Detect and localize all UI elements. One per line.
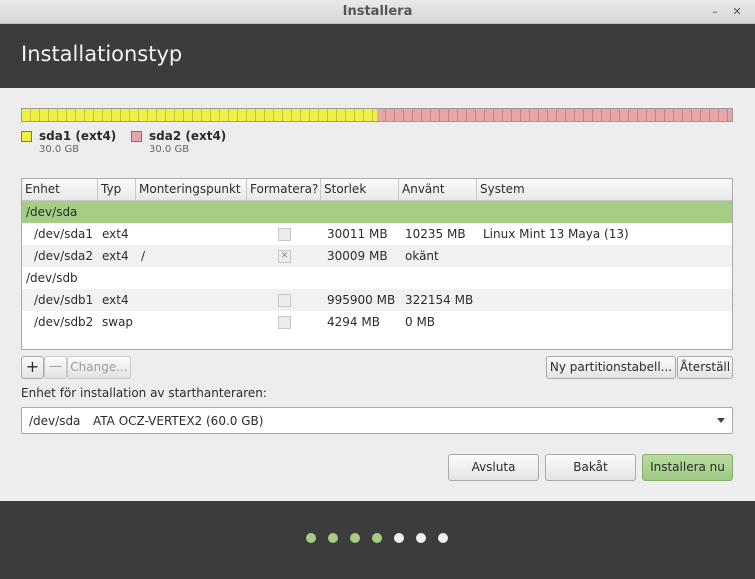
cell-type: ext4 [102, 227, 129, 241]
legend-label: sda2 (ext4) [149, 129, 227, 143]
legend-label: sda1 (ext4) [39, 129, 117, 143]
cell-used: okänt [405, 249, 439, 263]
progress-footer [0, 501, 755, 579]
step-dot-completed [328, 533, 338, 543]
new-partition-table-button[interactable]: Ny partitionstabell... [546, 356, 676, 379]
step-dot-completed [372, 533, 382, 543]
table-row[interactable]: /dev/sdb2 swap 4294 MB 0 MB [22, 311, 732, 333]
cell-device: /dev/sdb2 [34, 315, 94, 329]
table-row[interactable]: /dev/sdb [22, 267, 732, 289]
table-row[interactable]: /dev/sdb1 ext4 995900 MB 322154 MB [22, 289, 732, 311]
table-row[interactable]: /dev/sda1 ext4 30011 MB 10235 MB Linux M… [22, 223, 732, 245]
install-now-button[interactable]: Installera nu [642, 454, 733, 481]
page-header: Installationstyp [0, 24, 755, 88]
add-partition-button[interactable]: + [21, 356, 44, 379]
change-partition-button[interactable]: Change... [67, 356, 131, 379]
table-row[interactable]: /dev/sda2 ext4 / ✕ 30009 MB okänt [22, 245, 732, 267]
cell-used: 322154 MB [405, 293, 474, 307]
cell-size: 30009 MB [327, 249, 388, 263]
bootloader-device-select[interactable]: /dev/sda ATA OCZ-VERTEX2 (60.0 GB) [21, 407, 733, 434]
chevron-down-icon [717, 418, 725, 423]
close-icon[interactable]: ✕ [728, 3, 746, 21]
quit-button[interactable]: Avsluta [448, 454, 539, 481]
column-header-mount[interactable]: Monteringspunkt [136, 179, 247, 201]
cell-size: 995900 MB [327, 293, 396, 307]
back-button[interactable]: Bakåt [545, 454, 636, 481]
format-checkbox[interactable] [278, 228, 291, 241]
cell-device: /dev/sda2 [34, 249, 94, 263]
cell-device: /dev/sdb1 [34, 293, 94, 307]
step-dot-pending [416, 533, 426, 543]
format-checkbox[interactable] [278, 294, 291, 307]
cell-device: /dev/sda1 [34, 227, 94, 241]
column-header-device[interactable]: Enhet [22, 179, 98, 201]
swatch-icon [21, 131, 32, 142]
column-header-type[interactable]: Typ [98, 179, 136, 201]
disk-segment-sda1 [22, 109, 377, 121]
column-header-system[interactable]: System [477, 179, 732, 201]
cell-size: 30011 MB [327, 227, 388, 241]
legend-size: 30.0 GB [39, 144, 80, 155]
main-content: sda1 (ext4) 30.0 GB sda2 (ext4) 30.0 GB … [0, 88, 755, 501]
table-header: Enhet Typ Monteringspunkt Formatera? Sto… [22, 179, 732, 201]
cell-type: ext4 [102, 249, 129, 263]
cell-used: 0 MB [405, 315, 436, 329]
minimize-icon[interactable]: – [706, 3, 724, 21]
step-dot-pending [438, 533, 448, 543]
table-row[interactable]: /dev/sda [22, 201, 732, 223]
partition-table[interactable]: Enhet Typ Monteringspunkt Formatera? Sto… [21, 178, 733, 350]
column-header-size[interactable]: Storlek [321, 179, 399, 201]
window-title: Installera [342, 4, 413, 19]
bootloader-label: Enhet för installation av starthanterare… [21, 386, 267, 400]
cell-type: ext4 [102, 293, 129, 307]
disk-usage-bar [21, 108, 733, 122]
legend-size: 30.0 GB [149, 144, 190, 155]
cell-type: swap [102, 315, 134, 329]
cell-used: 10235 MB [405, 227, 466, 241]
bootloader-device: /dev/sda [29, 414, 81, 428]
column-header-used[interactable]: Använt [399, 179, 477, 201]
step-dot-completed [350, 533, 360, 543]
cell-mount: / [141, 249, 146, 263]
disk-segment-sda2 [377, 109, 732, 121]
step-dot-pending [394, 533, 404, 543]
step-dot-completed [306, 533, 316, 543]
cell-device: /dev/sda [26, 205, 78, 219]
cell-system: Linux Mint 13 Maya (13) [483, 227, 629, 241]
window-titlebar: Installera – ✕ [0, 0, 755, 24]
page-title: Installationstyp [21, 42, 183, 66]
cell-device: /dev/sdb [26, 271, 78, 285]
revert-button[interactable]: Återställ [677, 356, 733, 379]
bootloader-model: ATA OCZ-VERTEX2 (60.0 GB) [93, 414, 264, 428]
swatch-icon [131, 131, 142, 142]
cell-size: 4294 MB [327, 315, 380, 329]
remove-partition-button[interactable]: — [44, 356, 67, 379]
column-header-format[interactable]: Formatera? [247, 179, 321, 201]
format-checkbox-checked[interactable]: ✕ [278, 250, 291, 263]
format-checkbox[interactable] [278, 316, 291, 329]
